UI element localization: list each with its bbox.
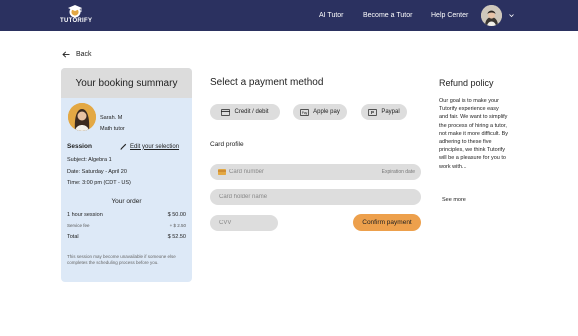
tutor-photo-icon [68,103,96,131]
order-row-value: $ 52.50 [167,234,186,240]
tutor-avatar [68,103,96,131]
logo-text: TUTORIFY [60,18,93,24]
order-row-total: Total $ 52.50 [67,234,186,240]
back-button[interactable]: Back [62,51,92,58]
order-row-value: $ 50.00 [167,212,186,218]
svg-text:Pay: Pay [302,111,308,115]
chevron-down-icon[interactable] [508,12,515,19]
credit-card-icon [221,108,231,116]
card-holder-field[interactable] [210,189,421,205]
order-row-service-fee: Service fee + $ 2.50 [67,223,186,228]
arrow-left-icon [62,51,70,58]
order-row-label: Total [67,234,79,240]
session-date: Date: Saturday - April 20 [67,169,127,175]
card-number-field[interactable]: Expiration date [210,164,421,180]
credit-debit-label: Credit / debit [234,109,269,115]
edit-selection-label: Edit your selection [130,143,180,150]
nav-become-a-tutor[interactable]: Become a Tutor [363,12,412,19]
see-more-link[interactable]: See more [442,197,466,203]
order-row-session: 1 hour session $ 50.00 [67,212,186,218]
booking-summary-panel: Your booking summary Sarah. M Math tutor… [61,68,192,282]
order-row-value: + $ 2.50 [169,223,186,228]
session-time: Time: 3:00 pm (CDT - US) [67,180,131,186]
card-profile-heading: Card profile [210,141,244,148]
cvv-input[interactable] [219,220,278,226]
order-row-label: Service fee [67,223,90,228]
refund-policy-text: Our goal is to make your Tutorify experi… [439,98,508,170]
confirm-payment-button[interactable]: Confirm payment [353,214,421,231]
cvv-field[interactable] [210,215,278,231]
apple-pay-icon: Pay [300,108,310,116]
pencil-icon [120,143,127,150]
session-subject: Subject: Algebra 1 [67,157,112,163]
payment-method-title: Select a payment method [210,77,324,88]
user-avatar[interactable] [481,5,502,26]
card-brand-icon [218,169,226,175]
tutor-subject: Math tutor [100,126,125,132]
apple-pay-label: Apple pay [313,109,340,115]
edit-selection-link[interactable]: Edit your selection [120,143,179,150]
order-row-label: 1 hour session [67,212,103,218]
svg-text:P: P [371,110,374,115]
order-title: Your order [111,198,142,205]
paypal-button[interactable]: P Paypal [361,104,407,120]
paypal-label: Paypal [381,109,400,115]
nav-help-center[interactable]: Help Center [431,12,468,19]
top-navigation-bar: TUTORIFY AI Tutor Become a Tutor Help Ce… [0,0,578,31]
refund-policy-title: Refund policy [439,78,494,88]
card-holder-input[interactable] [219,194,421,200]
tutorify-logo[interactable]: TUTORIFY [60,4,93,28]
tutor-name: Sarah. M [100,115,123,121]
avatar-icon [481,5,502,26]
expiration-date-label[interactable]: Expiration date [382,169,415,175]
paypal-icon: P [368,108,378,116]
logo-icon [68,5,82,18]
availability-note: This session may become unavailable if s… [67,254,176,265]
summary-title: Your booking summary [61,68,192,98]
back-label: Back [76,51,92,58]
session-heading: Session [67,143,92,150]
nav-ai-tutor[interactable]: AI Tutor [319,12,344,19]
credit-debit-button[interactable]: Credit / debit [210,104,280,120]
apple-pay-button[interactable]: Pay Apple pay [293,104,347,120]
